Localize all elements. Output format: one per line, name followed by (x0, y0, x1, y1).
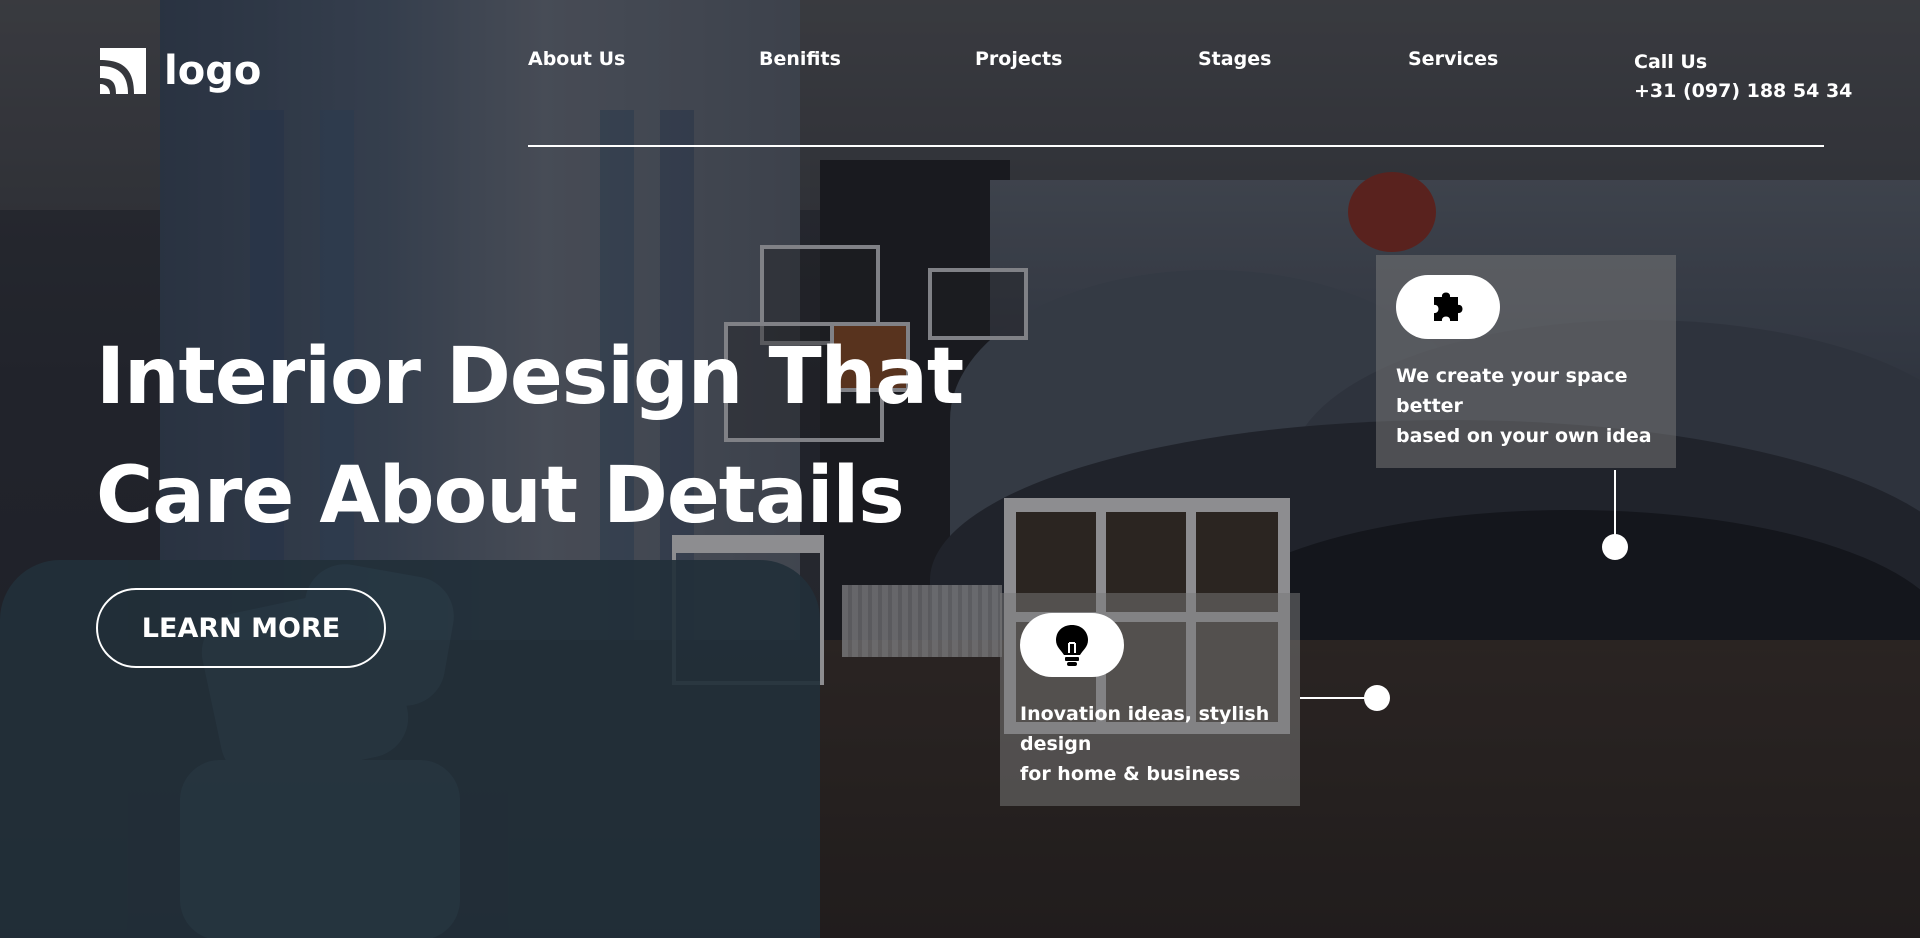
phone-link[interactable]: +31 (097) 188 54 34 (1634, 77, 1852, 106)
nav-link-stages[interactable]: Stages (1198, 48, 1271, 70)
feature-card-space: We create your space better based on you… (1376, 255, 1676, 468)
hotspot-dot[interactable] (1364, 685, 1390, 711)
feature-text-line: design (1020, 733, 1092, 755)
feature-text: Inovation ideas, stylish design for home… (1020, 699, 1280, 789)
logo-text: logo (164, 48, 262, 94)
learn-more-button[interactable]: LEARN MORE (96, 588, 386, 668)
feature-text-line: better (1396, 395, 1463, 417)
feature-card-ideas: Inovation ideas, stylish design for home… (1000, 593, 1300, 806)
hero-headline: Interior Design That Care About Details (96, 318, 964, 556)
logo-icon (100, 48, 146, 94)
hero-headline-line-2: Care About Details (96, 451, 905, 541)
call-us-label: Call Us (1634, 51, 1708, 73)
feature-text-line: based on your own idea (1396, 425, 1652, 447)
puzzle-icon (1434, 292, 1463, 321)
hotspot-dot[interactable] (1602, 534, 1628, 560)
feature-icon-badge (1020, 613, 1124, 677)
feature-text-line: We create your space (1396, 365, 1628, 387)
feature-text: We create your space better based on you… (1396, 361, 1656, 451)
nav-link-benifits[interactable]: Benifits (759, 48, 841, 70)
main-nav: About Us Benifits Projects Stages Servic… (528, 48, 1824, 88)
nav-link-services[interactable]: Services (1408, 48, 1498, 70)
call-us-block: Call Us +31 (097) 188 54 34 (1634, 48, 1852, 106)
nav-link-about-us[interactable]: About Us (528, 48, 625, 70)
hero-headline-line-1: Interior Design That (96, 332, 964, 422)
logo[interactable]: logo (96, 44, 261, 98)
feature-text-line: Inovation ideas, stylish (1020, 703, 1270, 725)
header-divider (528, 145, 1824, 147)
feature-text-line: for home & business (1020, 763, 1241, 785)
feature-icon-badge (1396, 275, 1500, 339)
lightbulb-icon (1056, 625, 1088, 666)
nav-link-projects[interactable]: Projects (975, 48, 1062, 70)
hero-section: logo About Us Benifits Projects Stages S… (0, 0, 1920, 938)
